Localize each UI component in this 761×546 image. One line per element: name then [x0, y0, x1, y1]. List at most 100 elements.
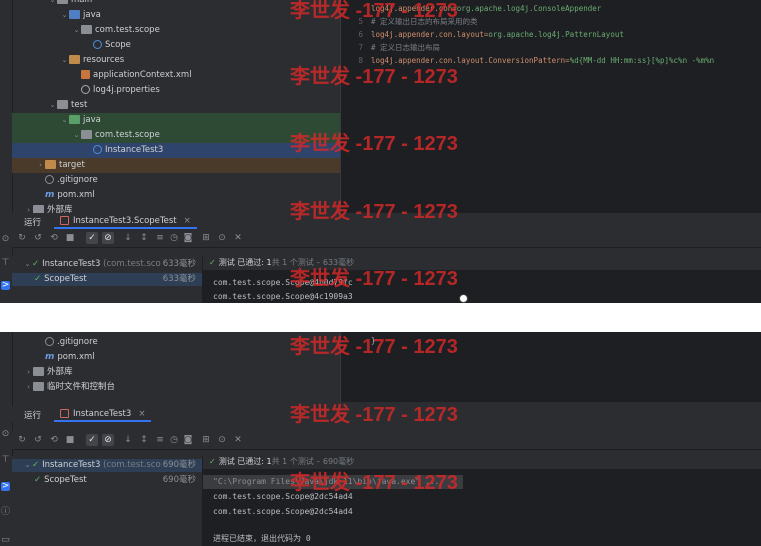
show-passed-icon[interactable]: ✓ — [86, 232, 98, 244]
pass-icon: ✓ — [32, 460, 40, 470]
exit-message: 进程已结束，退出代码为 0 — [213, 534, 311, 543]
console-panel[interactable]: ✓ 测试 已通过: 1共 1 个测试 – 690毫秒 "C:\Program Fi… — [203, 454, 761, 546]
test-result-row[interactable]: ✓ ScopeTest 633毫秒 — [12, 273, 202, 286]
tree-item[interactable]: applicationContext.xml — [12, 68, 394, 83]
code-line: log4j.appender.con=org.apache.log4j.Cons… — [341, 2, 761, 15]
debug-icon[interactable]: ⊙ — [1, 430, 10, 439]
tree-item-label: .gitignore — [57, 337, 98, 347]
tree-item[interactable]: ⌄ java — [12, 8, 382, 23]
chevron-icon[interactable]: › — [24, 380, 33, 395]
tree-item[interactable]: › target — [12, 158, 358, 173]
more-icon[interactable]: ✕ — [232, 232, 244, 244]
sort-alpha-icon[interactable]: ↓ — [122, 232, 134, 244]
rerun-icon[interactable]: ↻ — [16, 232, 28, 244]
tree-item-label: applicationContext.xml — [93, 70, 192, 80]
chevron-down-icon[interactable]: ⌄ — [23, 459, 32, 472]
run-label: 运行 — [24, 218, 42, 228]
maven-icon: m — [45, 190, 55, 200]
terminal-icon[interactable]: > — [1, 482, 10, 491]
tree-item[interactable]: m pom.xml — [12, 350, 358, 365]
run-toolbar: ↻ ↺ ⟲ ■ ✓ ⊘ ↓ ↕ ≡ ◷ ◙ ⊞ ⊙ ✕ — [12, 431, 761, 450]
tree-item[interactable]: ⌄ com.test.scope — [12, 23, 394, 38]
toggle-auto-test-icon[interactable]: ⟲ — [48, 434, 60, 446]
run-tab[interactable]: InstanceTest3.ScopeTest × — [54, 213, 197, 229]
close-icon[interactable]: × — [138, 409, 145, 419]
chevron-icon[interactable]: ⌄ — [48, 0, 57, 8]
chevron-icon[interactable]: ⌄ — [60, 113, 69, 128]
rerun-failed-icon[interactable]: ↺ — [32, 434, 44, 446]
console-panel[interactable]: ✓ 测试 已通过: 1共 1 个测试 – 633毫秒 com.test.scope… — [203, 255, 761, 303]
run-tab[interactable]: InstanceTest3 × — [54, 406, 152, 422]
project-tree: ⌄ main ⌄ java ⌄ com.test.scope Scope ⌄ resources… — [12, 0, 406, 215]
stop-icon[interactable]: ■ — [64, 434, 76, 446]
code-editor[interactable]: } — [340, 332, 761, 402]
chevron-icon[interactable]: › — [24, 365, 33, 380]
folder-icon — [81, 25, 92, 34]
pass-icon: ✓ — [34, 475, 42, 485]
run-tab-label: InstanceTest3.ScopeTest — [73, 216, 177, 226]
info-icon[interactable]: ⓘ — [1, 508, 10, 517]
chevron-icon[interactable]: › — [36, 158, 45, 173]
pin-icon[interactable]: ⊤ — [1, 259, 10, 268]
sort-alpha-icon[interactable]: ↓ — [122, 434, 134, 446]
test-result-row[interactable]: ⌄ ✓ InstanceTest3 (com.test.sco 690毫秒 — [12, 459, 202, 472]
coverage-icon[interactable]: ⊙ — [216, 232, 228, 244]
import-icon[interactable]: ⊞ — [200, 434, 212, 446]
rerun-failed-icon[interactable]: ↺ — [32, 232, 44, 244]
chevron-down-icon[interactable]: ⌄ — [23, 258, 32, 271]
coverage-icon[interactable]: ⊙ — [216, 434, 228, 446]
line-number: 7 — [358, 43, 363, 52]
status-prefix: 测试 已通过: — [218, 457, 264, 466]
expand-all-icon[interactable]: ≡ — [154, 434, 166, 446]
tree-item[interactable]: log4j.properties — [12, 83, 394, 98]
tree-item[interactable]: › 外部库 — [12, 365, 346, 380]
test-result-row[interactable]: ✓ ScopeTest 690毫秒 — [12, 474, 202, 487]
chevron-icon[interactable]: ⌄ — [48, 98, 57, 113]
maven-icon: m — [45, 352, 55, 362]
tree-item[interactable]: ⌄ com.test.scope — [12, 128, 394, 143]
code-editor[interactable]: log4j.appender.con=org.apache.log4j.Cons… — [340, 0, 761, 213]
test-folder-icon — [69, 115, 80, 124]
tree-item[interactable]: .gitignore — [12, 173, 358, 188]
tree-item[interactable]: ⌄ resources — [12, 53, 382, 68]
more-icon[interactable]: ✕ — [232, 434, 244, 446]
terminal-icon[interactable]: > — [1, 281, 10, 290]
code-key: log4j.appender.con.layout.ConversionPatt… — [371, 56, 570, 65]
class-icon — [93, 40, 102, 49]
show-ignored-icon[interactable]: ⊘ — [102, 434, 114, 446]
code-line: } — [371, 336, 376, 345]
toggle-auto-test-icon[interactable]: ⟲ — [48, 232, 60, 244]
show-passed-icon[interactable]: ✓ — [86, 434, 98, 446]
pass-icon: ✓ — [32, 259, 40, 269]
library-icon — [33, 382, 44, 391]
tree-item[interactable]: ⌄ main — [12, 0, 370, 8]
chevron-icon[interactable]: ⌄ — [60, 53, 69, 68]
sort-duration-icon[interactable]: ↕ — [138, 434, 150, 446]
tree-item[interactable]: m pom.xml — [12, 188, 358, 203]
history-icon[interactable]: ◷ — [168, 232, 180, 244]
show-ignored-icon[interactable]: ⊘ — [102, 232, 114, 244]
rerun-icon[interactable]: ↻ — [16, 434, 28, 446]
export-icon[interactable]: ◙ — [182, 232, 194, 244]
sort-duration-icon[interactable]: ↕ — [138, 232, 150, 244]
tree-item[interactable]: › 临时文件和控制台 — [12, 380, 346, 395]
stop-icon[interactable]: ■ — [64, 232, 76, 244]
expand-all-icon[interactable]: ≡ — [154, 232, 166, 244]
chevron-icon[interactable]: ⌄ — [72, 23, 81, 38]
library-icon — [33, 367, 44, 376]
export-icon[interactable]: ◙ — [182, 434, 194, 446]
chevron-icon[interactable]: ⌄ — [60, 8, 69, 23]
history-icon[interactable]: ◷ — [168, 434, 180, 446]
pin-icon[interactable]: ⊤ — [1, 456, 10, 465]
class-icon — [93, 145, 102, 154]
run-toolbar: ↻ ↺ ⟲ ■ ✓ ⊘ ↓ ↕ ≡ ◷ ◙ ⊞ ⊙ ✕ — [12, 229, 761, 248]
tree-item[interactable]: ⌄ java — [12, 113, 382, 128]
close-icon[interactable]: × — [184, 216, 191, 226]
layout-icon[interactable]: ▭ — [1, 536, 10, 545]
import-icon[interactable]: ⊞ — [200, 232, 212, 244]
test-result-row[interactable]: ⌄ ✓ InstanceTest3 (com.test.sco 633毫秒 — [12, 258, 202, 271]
tree-item[interactable]: .gitignore — [12, 335, 358, 350]
debug-icon[interactable]: ⊙ — [1, 235, 10, 244]
chevron-icon[interactable]: ⌄ — [72, 128, 81, 143]
tree-item[interactable]: ⌄ test — [12, 98, 370, 113]
